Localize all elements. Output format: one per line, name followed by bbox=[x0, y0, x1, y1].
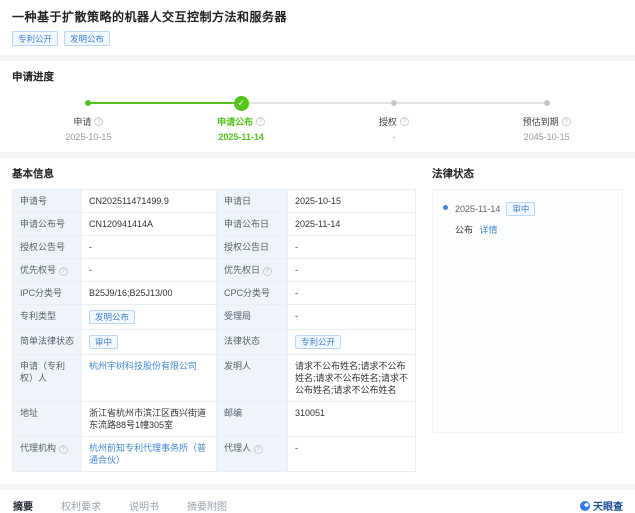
help-icon[interactable]: ? bbox=[399, 117, 409, 126]
document-tabbar: 摘要 权利要求 说明书 摘要附图 天眼查 bbox=[0, 490, 635, 513]
field-label-priority-no: 优先权号 ? bbox=[13, 259, 81, 281]
field-value-inventors: 请求不公布姓名;请求不公布姓名;请求不公布姓名;请求不公布姓名;请求不公布姓名 bbox=[288, 355, 415, 401]
field-label-ipc: IPC分类号 bbox=[13, 282, 81, 304]
field-label-grant-no: 授权公告号 bbox=[13, 236, 81, 258]
invention-publication-tag: 发明公布 bbox=[64, 31, 111, 46]
patent-open-tag: 专利公开 bbox=[12, 31, 59, 46]
field-label-cpc: CPC分类号 bbox=[217, 282, 287, 304]
legal-status-detail-link[interactable]: 详情 bbox=[480, 225, 498, 235]
timeline-dot-icon bbox=[85, 100, 92, 106]
field-value-publication-date: 2025-11-14 bbox=[288, 213, 415, 235]
legal-status-event: 公布 bbox=[455, 225, 474, 235]
field-label-publication-no: 申请公布号 bbox=[13, 213, 81, 235]
patent-type-badge: 发明公布 bbox=[89, 310, 136, 324]
field-label-publication-date: 申请公布日 bbox=[217, 213, 287, 235]
brand-name: 天眼查 bbox=[593, 502, 623, 513]
field-value-priority-no: - bbox=[82, 259, 216, 281]
applicant-link[interactable]: 杭州宇树科技股份有限公司 bbox=[89, 361, 197, 371]
page-title: 一种基于扩散策略的机器人交互控制方法和服务器 bbox=[12, 10, 288, 24]
field-label-accepting-office: 受理局 bbox=[217, 305, 287, 329]
timeline-step-date: - bbox=[392, 132, 396, 142]
field-value-accepting-office: - bbox=[288, 305, 415, 329]
help-icon[interactable]: ? bbox=[262, 267, 272, 276]
help-icon[interactable]: ? bbox=[58, 267, 68, 276]
patent-open-badge: 专利公开 bbox=[295, 335, 342, 349]
agency-link[interactable]: 杭州前知专利代理事务所（普通合伙） bbox=[89, 443, 206, 465]
timeline-dot-icon bbox=[390, 100, 397, 106]
under-review-badge: 审中 bbox=[89, 335, 119, 349]
field-label-application-date: 申请日 bbox=[217, 190, 287, 212]
field-label-priority-date: 优先权日 ? bbox=[217, 259, 287, 281]
tab-description[interactable]: 说明书 bbox=[128, 490, 160, 513]
tab-claims[interactable]: 权利要求 bbox=[60, 490, 102, 513]
field-label-patent-type: 专利类型 bbox=[13, 305, 81, 329]
tab-abstract[interactable]: 摘要 bbox=[12, 490, 34, 513]
legal-status-panel: 法律状态 2025-11-14 审中 公布 详情 bbox=[416, 166, 623, 472]
field-label-simple-legal-status: 简单法律状态 bbox=[13, 330, 81, 354]
under-review-badge: 审中 bbox=[506, 202, 536, 216]
patent-detail-page: 一种基于扩散策略的机器人交互控制方法和服务器 专利公开 发明公布 申请进度 申请… bbox=[0, 0, 635, 513]
field-value-legal-status: 专利公开 bbox=[288, 330, 415, 354]
tab-abstract-drawing[interactable]: 摘要附图 bbox=[186, 490, 228, 513]
bullet-dot-icon bbox=[443, 205, 448, 210]
progress-section-title: 申请进度 bbox=[12, 71, 54, 83]
field-label-applicant: 申请（专利权）人 bbox=[13, 355, 81, 401]
timeline-step-application: 申请? 2025-10-15 bbox=[12, 94, 165, 142]
timeline-step-date: 2025-11-14 bbox=[218, 132, 264, 142]
help-icon[interactable]: ? bbox=[561, 117, 571, 126]
field-value-agency: 杭州前知专利代理事务所（普通合伙） bbox=[82, 437, 216, 471]
application-progress-section: 申请进度 申请? 2025-10-15 ✓ 申请公布? 2025-11-14 授… bbox=[0, 61, 635, 152]
field-value-ipc: B25J9/16;B25J13/00 bbox=[82, 282, 216, 304]
timeline-step-date: 2045-10-15 bbox=[523, 132, 570, 142]
field-value-application-no: CN202511471499.9 bbox=[82, 190, 216, 212]
field-value-grant-no: - bbox=[82, 236, 216, 258]
legal-status-date: 2025-11-14 bbox=[455, 204, 501, 214]
field-value-cpc: - bbox=[288, 282, 415, 304]
basic-info-table: 申请号 CN202511471499.9 申请日 2025-10-15 申请公布… bbox=[12, 189, 416, 472]
basic-info-panel: 基本信息 申请号 CN202511471499.9 申请日 2025-10-15… bbox=[12, 166, 416, 472]
field-value-patent-type: 发明公布 bbox=[82, 305, 216, 329]
tianyancha-eye-icon bbox=[580, 500, 590, 511]
tianyancha-logo: 天眼查 bbox=[580, 498, 623, 513]
field-value-postcode: 310051 bbox=[288, 402, 415, 436]
field-label-grant-date: 授权公告日 bbox=[217, 236, 287, 258]
timeline-dot-icon bbox=[543, 100, 550, 106]
title-tags: 专利公开 发明公布 bbox=[12, 31, 623, 46]
help-icon[interactable]: ? bbox=[94, 117, 104, 126]
field-label-address: 地址 bbox=[13, 402, 81, 436]
timeline-step-publication: ✓ 申请公布? 2025-11-14 bbox=[217, 95, 266, 142]
timeline-step-estimated-expiry: 预估到期? 2045-10-15 bbox=[470, 94, 623, 142]
application-timeline: 申请? 2025-10-15 ✓ 申请公布? 2025-11-14 授权? - … bbox=[12, 94, 623, 142]
timeline-step-grant: 授权? - bbox=[318, 94, 471, 142]
field-label-postcode: 邮编 bbox=[217, 402, 287, 436]
field-label-agency: 代理机构 ? bbox=[13, 437, 81, 471]
title-section: 一种基于扩散策略的机器人交互控制方法和服务器 专利公开 发明公布 bbox=[0, 0, 635, 55]
help-icon[interactable]: ? bbox=[58, 445, 68, 454]
field-value-grant-date: - bbox=[288, 236, 415, 258]
check-icon: ✓ bbox=[233, 95, 249, 111]
field-label-agent: 代理人 ? bbox=[217, 437, 287, 471]
field-label-application-no: 申请号 bbox=[13, 190, 81, 212]
field-value-simple-legal-status: 审中 bbox=[82, 330, 216, 354]
field-value-publication-no: CN120941414A bbox=[82, 213, 216, 235]
legal-status-title: 法律状态 bbox=[432, 168, 474, 180]
field-value-address: 浙江省杭州市滨江区西兴街道东流路88号1幢305室 bbox=[82, 402, 216, 436]
document-section: 摘要 权利要求 说明书 摘要附图 天眼查 本发明公开了一种基于扩散策略的机器人交… bbox=[0, 490, 635, 513]
basic-info-title: 基本信息 bbox=[12, 168, 54, 180]
field-value-priority-date: - bbox=[288, 259, 415, 281]
field-value-agent: - bbox=[288, 437, 415, 471]
timeline-step-date: 2025-10-15 bbox=[65, 132, 112, 142]
legal-status-list: 2025-11-14 审中 公布 详情 bbox=[432, 189, 623, 433]
field-label-inventors: 发明人 bbox=[217, 355, 287, 401]
info-section: 基本信息 申请号 CN202511471499.9 申请日 2025-10-15… bbox=[0, 158, 635, 484]
field-label-legal-status: 法律状态 bbox=[217, 330, 287, 354]
field-value-applicant: 杭州宇树科技股份有限公司 bbox=[82, 355, 216, 401]
field-value-application-date: 2025-10-15 bbox=[288, 190, 415, 212]
help-icon[interactable]: ? bbox=[256, 117, 266, 126]
help-icon[interactable]: ? bbox=[253, 445, 263, 454]
legal-status-item: 2025-11-14 审中 公布 详情 bbox=[443, 202, 612, 236]
